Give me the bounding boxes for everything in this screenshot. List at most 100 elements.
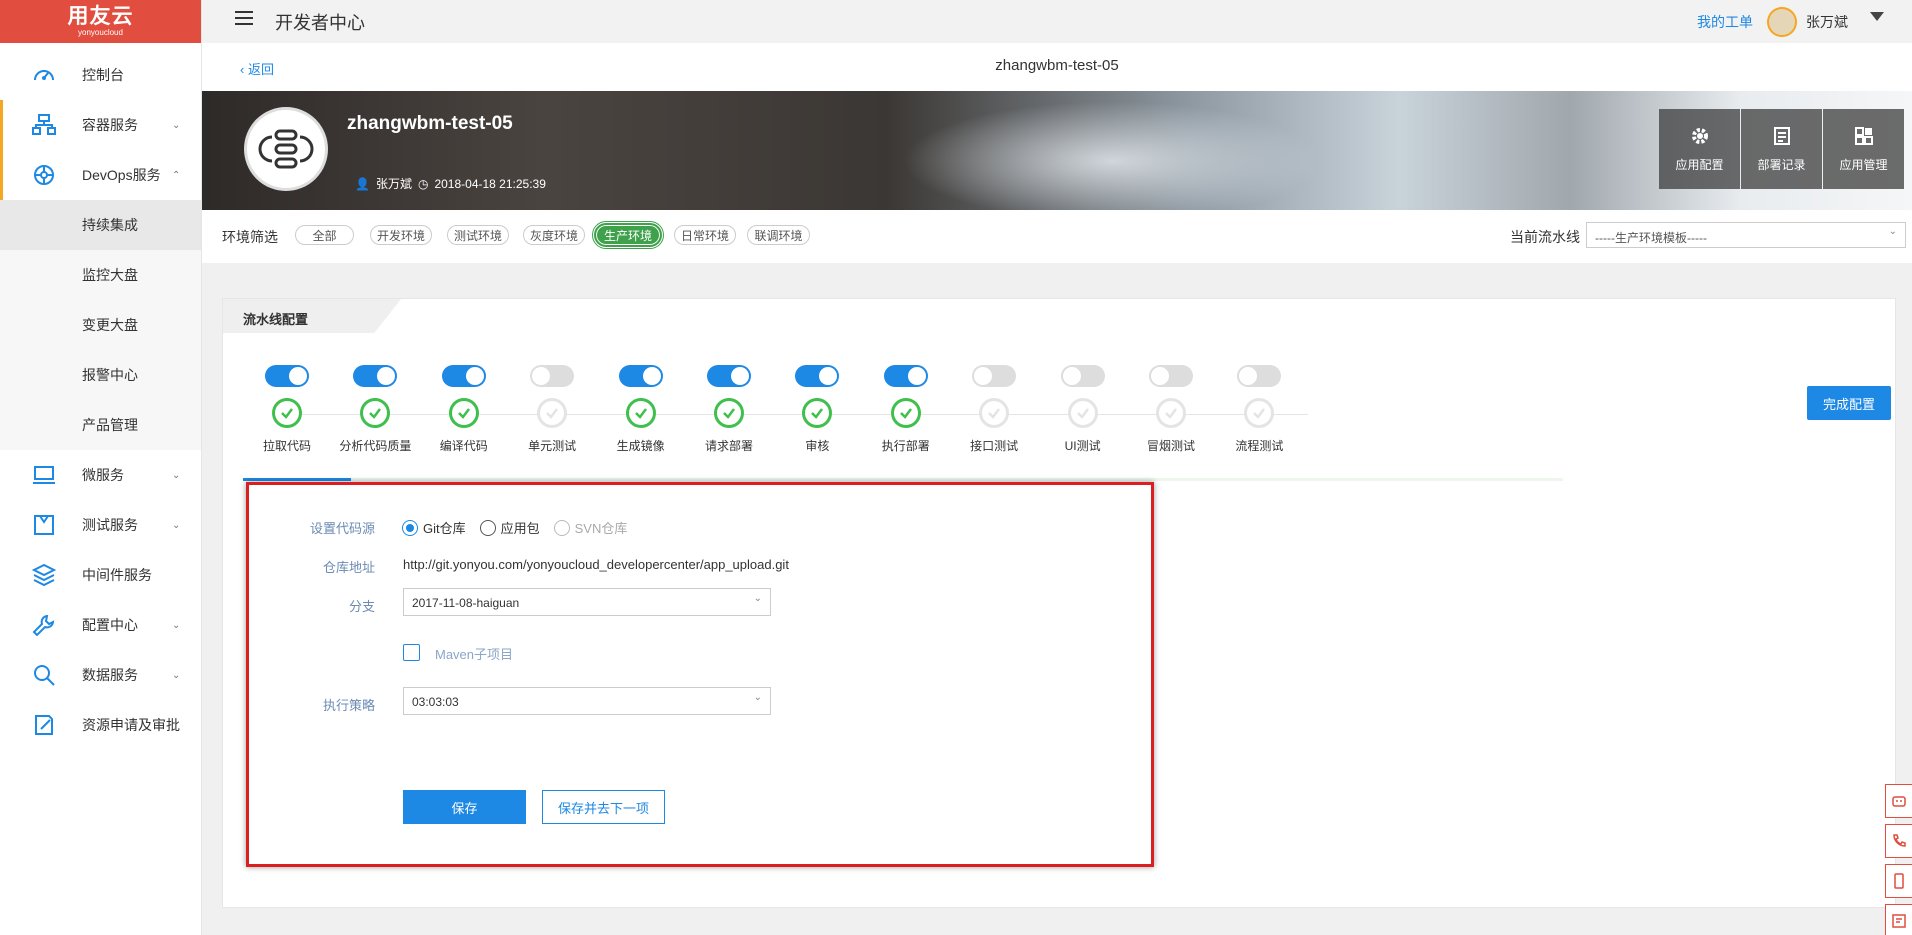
sidebar-item-data[interactable]: 数据服务 ⌄ <box>0 650 201 700</box>
chevron-down-icon: ⌄ <box>172 469 181 481</box>
env-chip-prod[interactable]: 生产环境 <box>592 221 664 249</box>
phone-icon[interactable] <box>1885 824 1912 858</box>
radio-svn[interactable] <box>553 519 570 536</box>
save-next-button[interactable]: 保存并去下一项 <box>542 790 665 824</box>
step-toggle[interactable] <box>883 365 928 387</box>
radio-package[interactable] <box>479 519 496 536</box>
chevron-down-icon: ⌄ <box>1888 226 1897 237</box>
strategy-value: 03:03:03 <box>412 695 459 709</box>
menu-icon[interactable] <box>235 11 253 27</box>
sidebar-item-label: DevOps服务 <box>82 167 161 183</box>
strategy-label: 执行策略 <box>322 698 375 713</box>
app-manage-button[interactable]: 应用管理 <box>1823 109 1904 189</box>
app-meta: 👤 张万斌 ◷ 2018-04-18 21:25:39 <box>355 175 546 192</box>
sidebar-item-approve[interactable]: 资源申请及审批 <box>0 700 201 750</box>
sidebar-item-devops[interactable]: DevOps服务 ⌃ <box>0 150 201 200</box>
sidebar-item-test[interactable]: 测试服务 ⌄ <box>0 500 201 550</box>
pipeline-tab-label: 流水线配置 <box>243 312 309 327</box>
deploy-record-button[interactable]: 部署记录 <box>1741 109 1822 189</box>
branch-label: 分支 <box>348 599 375 614</box>
step-toggle[interactable] <box>618 365 663 387</box>
chevron-down-icon: ⌄ <box>172 669 181 681</box>
layers-icon <box>32 564 56 586</box>
brand-name: 用友云 <box>67 5 134 28</box>
step-toggle[interactable] <box>353 365 398 387</box>
search-data-icon <box>34 665 55 686</box>
app-banner: zhangwbm-test-05 👤 张万斌 ◷ 2018-04-18 21:2… <box>202 91 1912 210</box>
chevron-down-icon: ⌄ <box>172 119 181 131</box>
page-title: 开发者中心 <box>275 12 365 33</box>
radio-svn-label: SVN仓库 <box>574 521 628 536</box>
robot-icon[interactable] <box>1885 784 1912 818</box>
sidebar-item-label: 控制台 <box>82 67 124 83</box>
step-toggle[interactable] <box>530 365 575 387</box>
dashboard-icon <box>34 70 54 81</box>
check-icon <box>802 398 833 428</box>
strategy-select[interactable]: 03:03:03 ⌄ <box>403 687 771 715</box>
save-button[interactable]: 保存 <box>403 790 526 824</box>
chevron-down-icon: ⌄ <box>753 593 762 604</box>
caret-down-icon[interactable] <box>1870 12 1884 21</box>
sidebar-item-microservice[interactable]: 微服务 ⌄ <box>0 450 201 500</box>
sidebar-sub-ci[interactable]: 持续集成 <box>0 200 201 250</box>
sidebar-item-config[interactable]: 配置中心 ⌄ <box>0 600 201 650</box>
current-pipeline-label: 当前流水线 <box>1510 229 1580 245</box>
brand-logo[interactable]: 用友云 yonyoucloud <box>0 0 201 43</box>
sub-header: ‹ 返回 zhangwbm-test-05 <box>202 43 1912 91</box>
sidebar-sub-monitor[interactable]: 监控大盘 <box>0 250 201 300</box>
step-toggle[interactable] <box>441 365 486 387</box>
app-config-button[interactable]: 应用配置 <box>1659 109 1740 189</box>
env-chip-daily[interactable]: 日常环境 <box>674 225 736 245</box>
step-label[interactable]: 流程测试 <box>1205 437 1313 454</box>
current-pipeline-select[interactable]: -----生产环境模板----- ⌄ <box>1586 222 1906 248</box>
feedback-icon[interactable] <box>1885 904 1912 935</box>
check-icon <box>1156 398 1186 428</box>
user-name[interactable]: 张万斌 <box>1806 12 1848 32</box>
sidebar-sub-alarm[interactable]: 报警中心 <box>0 350 201 400</box>
step-toggle[interactable] <box>1237 365 1282 387</box>
app-logo-icon <box>244 107 328 191</box>
sidebar-item-label: 测试服务 <box>82 517 138 533</box>
check-icon <box>1244 398 1275 428</box>
app-name: zhangwbm-test-05 <box>347 113 513 134</box>
step-toggle[interactable] <box>1149 365 1193 387</box>
step-toggle[interactable] <box>265 365 309 387</box>
sidebar-item-label: 数据服务 <box>82 667 138 683</box>
maven-checkbox[interactable] <box>403 644 420 661</box>
source-label: 设置代码源 <box>309 521 375 536</box>
gear-icon <box>1691 127 1708 144</box>
step-toggle[interactable] <box>707 365 751 387</box>
avatar[interactable] <box>1767 7 1797 37</box>
sidebar-item-console[interactable]: 控制台 <box>0 50 201 100</box>
steps-progress-active <box>243 478 351 481</box>
env-chip-test[interactable]: 测试环境 <box>447 225 509 245</box>
radio-git-label: Git仓库 <box>423 521 466 536</box>
chevron-down-icon: ⌄ <box>753 692 762 703</box>
pipeline-step: 流程测试 <box>1205 365 1313 454</box>
env-chip-all[interactable]: 全部 <box>295 225 354 245</box>
env-chip-dev[interactable]: 开发环境 <box>370 225 432 245</box>
sidebar-sub-product[interactable]: 产品管理 <box>0 400 201 450</box>
approve-icon <box>35 715 53 735</box>
container-icon <box>32 114 56 135</box>
mobile-icon[interactable] <box>1885 864 1912 898</box>
sidebar-sub-change[interactable]: 变更大盘 <box>0 300 201 350</box>
sidebar-item-container[interactable]: 容器服务 ⌄ <box>0 100 201 150</box>
env-chip-joint[interactable]: 联调环境 <box>747 225 810 245</box>
radio-git[interactable] <box>402 519 418 536</box>
branch-select[interactable]: 2017-11-08-haiguan ⌄ <box>403 588 771 616</box>
env-chip-gray[interactable]: 灰度环境 <box>523 225 585 245</box>
my-work-orders-link[interactable]: 我的工单 <box>1697 12 1753 32</box>
step-toggle[interactable] <box>795 365 840 387</box>
app-title: zhangwbm-test-05 <box>995 57 1119 74</box>
radio-package-label: 应用包 <box>500 521 540 536</box>
sidebar-item-middleware[interactable]: 中间件服务 <box>0 550 201 600</box>
finish-config-button[interactable]: 完成配置 <box>1807 386 1891 420</box>
check-icon <box>360 398 391 428</box>
source-radio-group: Git仓库 应用包 SVN仓库 <box>402 518 627 537</box>
step-toggle[interactable] <box>1060 365 1105 387</box>
user-icon: 👤 <box>355 176 370 191</box>
chevron-down-icon: ⌄ <box>172 519 181 531</box>
devops-submenu: 持续集成 监控大盘 变更大盘 报警中心 产品管理 <box>0 200 201 450</box>
step-toggle[interactable] <box>972 365 1017 387</box>
